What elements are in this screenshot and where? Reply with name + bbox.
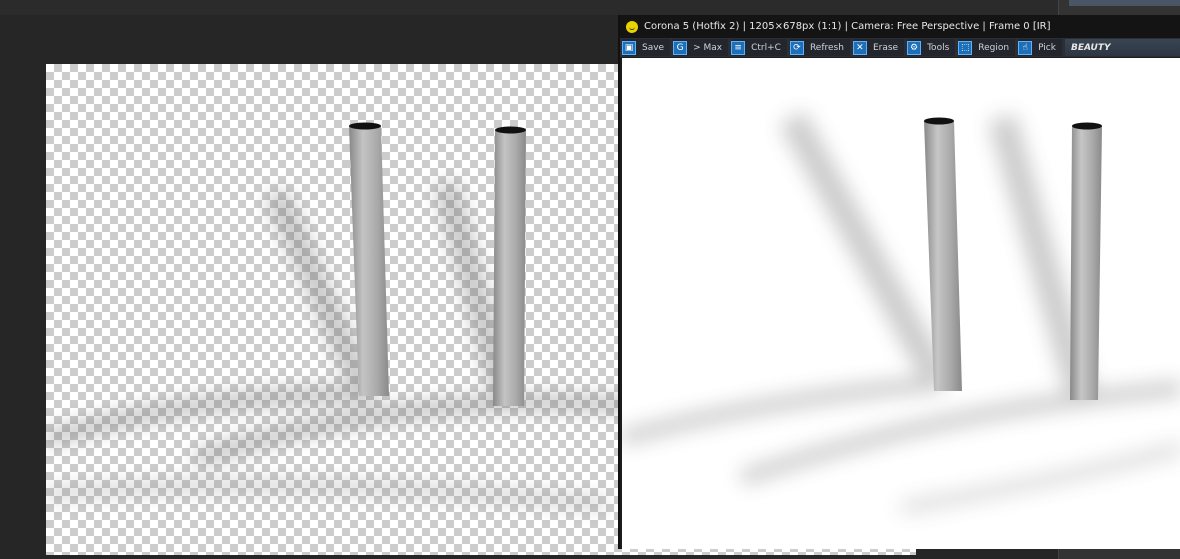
copy-button[interactable]: ≡ Ctrl+C [731, 39, 787, 56]
pick-icon: ☝ [1018, 40, 1033, 55]
render-cylinder-right [1070, 126, 1102, 400]
panel-header [1069, 0, 1180, 6]
refresh-label: Refresh [809, 42, 844, 53]
region-label: Region [978, 42, 1010, 53]
workspace-top [0, 0, 1180, 15]
region-button[interactable]: ⬚ Region [958, 39, 1016, 56]
save-icon: ▣ [622, 40, 636, 55]
render-viewport [622, 58, 1180, 549]
pick-label: Pick [1038, 42, 1056, 53]
region-icon: ⬚ [958, 40, 973, 55]
window-title: Corona 5 (Hotfix 2) | 1205×678px (1:1) |… [644, 21, 1051, 32]
title-bar: Corona 5 (Hotfix 2) | 1205×678px (1:1) |… [620, 15, 1180, 38]
tools-label: Tools [927, 42, 950, 53]
corona-render-window: Corona 5 (Hotfix 2) | 1205×678px (1:1) |… [618, 15, 1180, 549]
save-label: Save [642, 42, 665, 53]
corona-logo-icon [626, 20, 638, 33]
max-icon: G [673, 40, 688, 55]
refresh-button[interactable]: ⟳ Refresh [789, 39, 850, 56]
erase-icon: ✕ [852, 40, 867, 55]
gear-icon: ⚙ [907, 40, 922, 55]
vfb-toolbar: ▣ Save G > Max ≡ Ctrl+C ⟳ Refresh ✕ Erase ⚙ To… [620, 38, 1180, 57]
cylinder-right [493, 130, 526, 406]
render-pass-select[interactable]: BEAUTY [1064, 39, 1180, 56]
copy-label: Ctrl+C [751, 42, 781, 53]
tools-button[interactable]: ⚙ Tools [907, 39, 956, 56]
copy-icon: ≡ [731, 40, 746, 55]
erase-button[interactable]: ✕ Erase [852, 39, 905, 56]
erase-label: Erase [872, 42, 899, 53]
rendered-scene [622, 111, 1180, 513]
max-button[interactable]: G > Max [673, 39, 729, 56]
max-label: > Max [693, 42, 723, 53]
save-button[interactable]: ▣ Save [622, 39, 671, 56]
refresh-icon: ⟳ [789, 40, 804, 55]
pick-button[interactable]: ☝ Pick [1018, 39, 1062, 56]
